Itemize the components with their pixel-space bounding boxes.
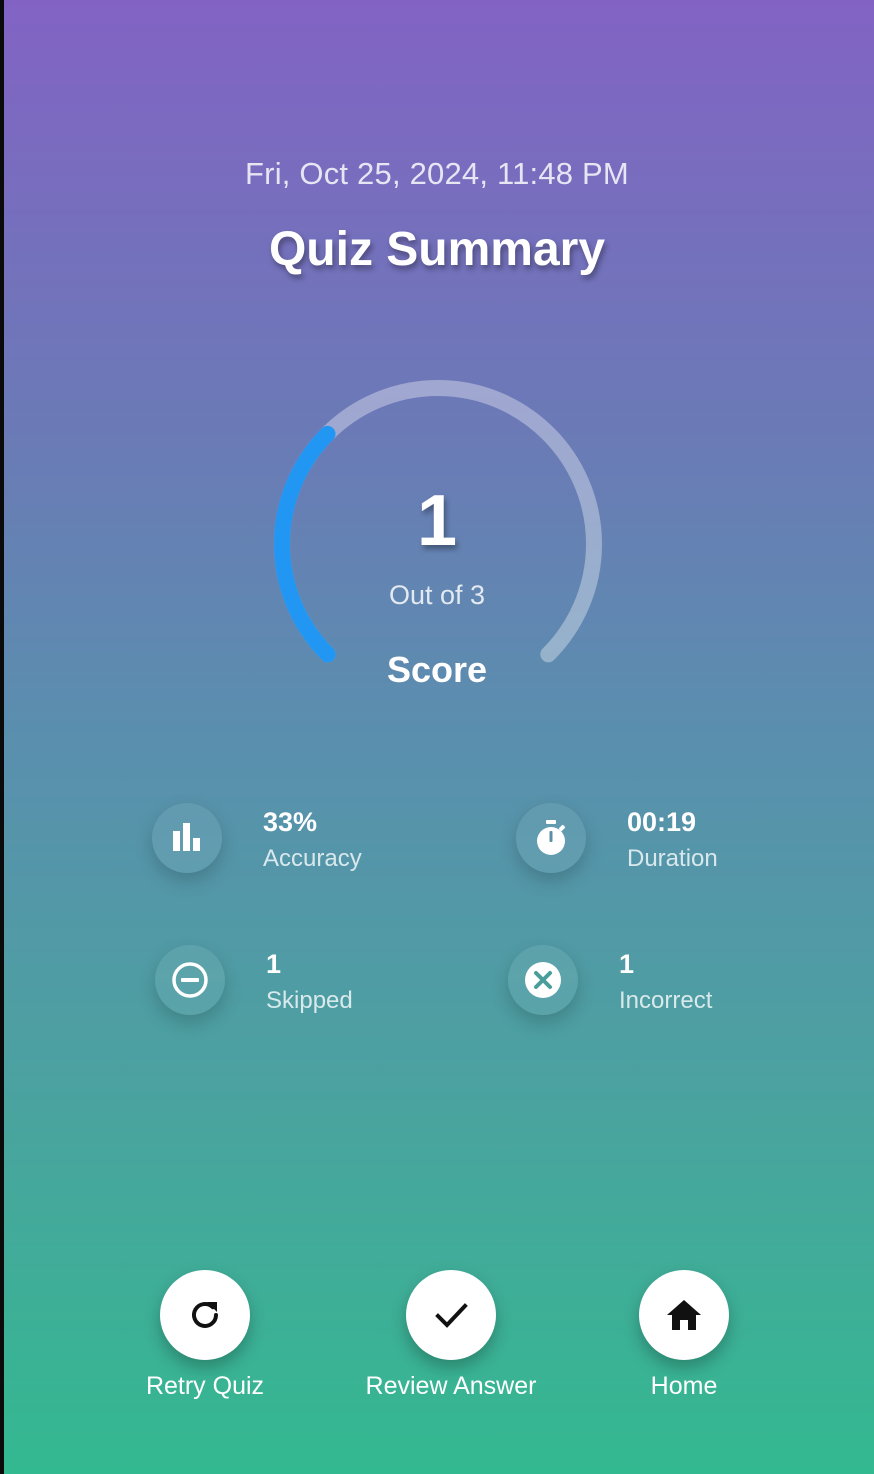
stat-accuracy-value: 33%	[263, 807, 318, 837]
retry-quiz-label[interactable]: Retry Quiz	[85, 1372, 325, 1401]
stat-duration: 00:19 Duration	[516, 803, 776, 883]
home-label[interactable]: Home	[564, 1372, 804, 1401]
stat-skipped: 1 Skipped	[155, 945, 415, 1025]
home-button[interactable]	[639, 1270, 729, 1360]
review-answer-label[interactable]: Review Answer	[331, 1372, 571, 1401]
quiz-summary-screen: Fri, Oct 25, 2024, 11:48 PM Quiz Summary…	[0, 0, 874, 1474]
bar-chart-icon	[152, 803, 222, 873]
page-title: Quiz Summary	[268, 223, 606, 276]
stat-incorrect: 1 Incorrect	[508, 945, 768, 1025]
review-answer-button[interactable]	[406, 1270, 496, 1360]
refresh-icon	[192, 1301, 218, 1328]
check-icon	[435, 1303, 468, 1328]
stat-skipped-label: Skipped	[266, 987, 353, 1014]
stat-incorrect-label: Incorrect	[619, 987, 713, 1014]
stat-incorrect-value: 1	[619, 949, 635, 979]
stat-duration-value: 00:19	[627, 807, 697, 837]
x-circle-icon	[508, 945, 578, 1015]
quiz-datetime: Fri, Oct 25, 2024, 11:48 PM	[245, 156, 629, 191]
home-icon	[667, 1300, 701, 1330]
score-value: 1	[416, 481, 458, 561]
score-label: Score	[386, 649, 488, 690]
stat-duration-label: Duration	[627, 845, 718, 872]
stat-skipped-value: 1	[266, 949, 282, 979]
review-answer-action: Review Answer	[331, 1270, 571, 1410]
retry-quiz-action: Retry Quiz	[85, 1270, 325, 1410]
home-action: Home	[564, 1270, 804, 1410]
stat-accuracy: 33% Accuracy	[152, 803, 412, 883]
minus-circle-icon	[155, 945, 225, 1015]
stopwatch-icon	[516, 803, 586, 873]
retry-quiz-button[interactable]	[160, 1270, 250, 1360]
score-out-of: Out of 3	[388, 580, 486, 610]
stat-accuracy-label: Accuracy	[263, 845, 362, 872]
